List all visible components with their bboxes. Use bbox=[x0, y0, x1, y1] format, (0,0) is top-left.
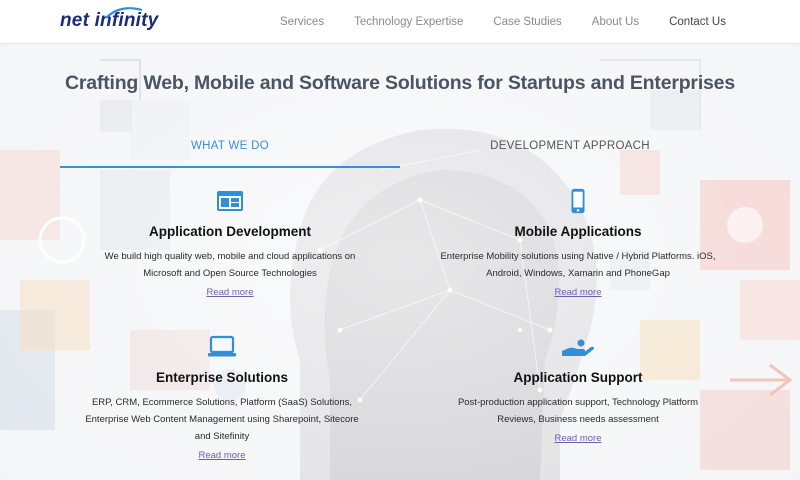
nav-contact-us[interactable]: Contact Us bbox=[669, 16, 726, 28]
nav-case-studies[interactable]: Case Studies bbox=[493, 16, 561, 28]
nav-technology-expertise[interactable]: Technology Expertise bbox=[354, 16, 463, 28]
read-more-link[interactable]: Read more bbox=[555, 287, 602, 298]
nav-services[interactable]: Services bbox=[280, 16, 324, 28]
tab-development-approach[interactable]: DEVELOPMENT APPROACH bbox=[400, 140, 740, 152]
hero-content: Crafting Web, Mobile and Software Soluti… bbox=[0, 44, 800, 480]
service-title: Enterprise Solutions bbox=[155, 370, 289, 385]
main-nav: Services Technology Expertise Case Studi… bbox=[250, 0, 726, 44]
read-more-link[interactable]: Read more bbox=[207, 287, 254, 298]
tab-what-we-do[interactable]: WHAT WE DO bbox=[60, 140, 400, 152]
browser-window-icon bbox=[217, 191, 243, 211]
read-more-link[interactable]: Read more bbox=[199, 450, 246, 461]
service-title: Application Development bbox=[148, 224, 312, 239]
service-description: Post-production application support, Tec… bbox=[457, 397, 699, 425]
service-description: ERP, CRM, Ecommerce Solutions, Platform … bbox=[85, 397, 359, 442]
service-title: Mobile Applications bbox=[514, 224, 642, 239]
service-application-support: Application Support Post-production appl… bbox=[438, 334, 718, 446]
service-description: Enterprise Mobility solutions using Nati… bbox=[440, 251, 716, 279]
nav-about-us[interactable]: About Us bbox=[592, 16, 639, 28]
read-more-link[interactable]: Read more bbox=[555, 433, 602, 444]
service-title: Application Support bbox=[513, 370, 643, 385]
service-application-development: Application Development We build high qu… bbox=[90, 188, 370, 300]
active-tab-indicator bbox=[60, 166, 400, 168]
logo-swoosh-icon bbox=[105, 7, 143, 19]
logo[interactable]: net infinity bbox=[60, 7, 158, 34]
service-enterprise-solutions: Enterprise Solutions ERP, CRM, Ecommerce… bbox=[82, 334, 362, 463]
page-headline: Crafting Web, Mobile and Software Soluti… bbox=[65, 72, 735, 94]
service-description: We build high quality web, mobile and cl… bbox=[104, 251, 356, 279]
site-header: net infinity Services Technology Experti… bbox=[0, 0, 800, 44]
service-mobile-applications: Mobile Applications Enterprise Mobility … bbox=[438, 188, 718, 300]
smartphone-icon bbox=[571, 188, 585, 214]
laptop-icon bbox=[208, 335, 236, 357]
support-hand-icon bbox=[562, 339, 594, 356]
